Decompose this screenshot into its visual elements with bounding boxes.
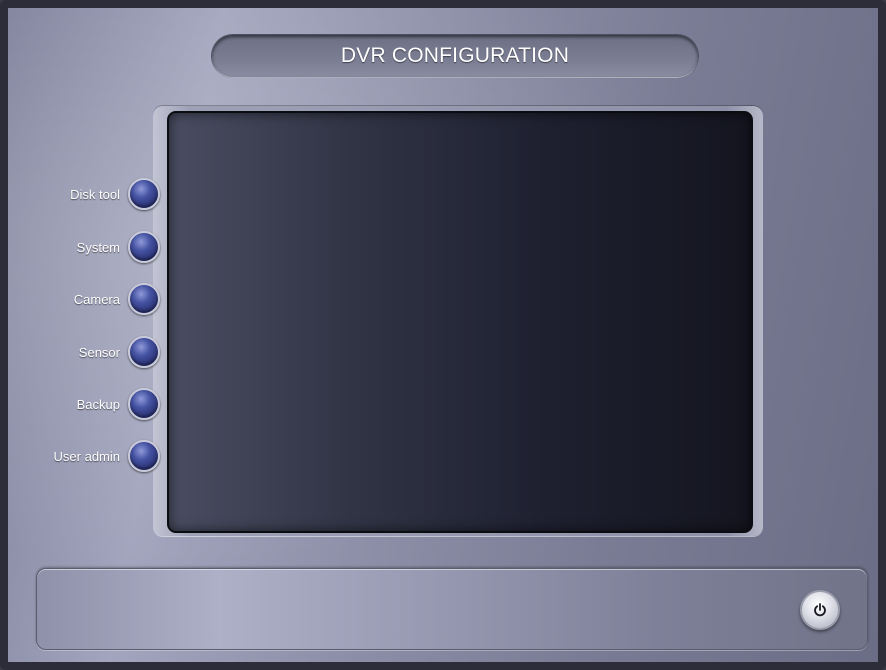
menu-item-backup[interactable]: Backup [8,386,160,422]
menu-item-label: Disk tool [70,186,120,202]
title-bar: DVR CONFIGURATION [212,35,698,77]
bottom-control-panel [36,568,868,650]
power-button[interactable] [800,590,840,630]
blue-orb-icon[interactable] [128,231,160,263]
menu-item-label: User admin [53,448,120,464]
menu-item-system[interactable]: System [8,229,160,265]
power-icon [812,602,828,618]
menu-item-label: Sensor [78,344,120,360]
menu-item-label: Backup [76,396,120,412]
blue-orb-icon[interactable] [128,388,160,420]
menu-item-sensor[interactable]: Sensor [8,334,160,370]
menu-item-label: System [76,239,120,255]
page-title: DVR CONFIGURATION [340,44,570,67]
menu-item-camera[interactable]: Camera [8,281,160,317]
blue-orb-icon[interactable] [128,336,160,368]
menu-item-user-admin[interactable]: User admin [8,438,160,474]
dvr-config-window: DVR CONFIGURATION Disk tool System Camer… [0,0,886,670]
blue-orb-icon[interactable] [128,283,160,315]
blue-orb-icon[interactable] [128,178,160,210]
blue-orb-icon[interactable] [128,440,160,472]
menu-item-disk-tool[interactable]: Disk tool [8,176,160,212]
menu-item-label: Camera [73,291,120,307]
display-screen [167,111,753,533]
